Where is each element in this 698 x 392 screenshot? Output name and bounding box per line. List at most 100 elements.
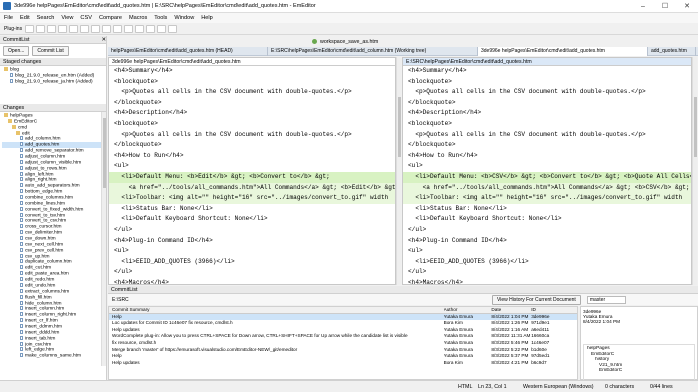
view-history-button[interactable]: View History For Current Document: [492, 294, 581, 305]
tab-add-quotes[interactable]: add_quotes.htm: [648, 46, 696, 56]
tree-item-label: adjust_column.htm: [25, 154, 66, 160]
commit-row[interactable]: Loc updates for Commit ID 1c46e07 fix re…: [109, 320, 577, 327]
file-icon: [20, 183, 23, 188]
tree-item-label: convert_to_tsv.htm: [25, 212, 66, 218]
right-diff-pane[interactable]: E:\SRC\helpPages\EmEditor\cmd\edit\add_q…: [402, 57, 692, 285]
code-line: <ul>: [408, 247, 423, 255]
changes-header: Changes: [0, 104, 106, 112]
file-icon: [20, 247, 23, 252]
open-button[interactable]: Open...: [3, 46, 30, 56]
status-position[interactable]: Ln 23, Col 1: [478, 384, 523, 390]
scrollbar-thumb[interactable]: [103, 118, 106, 188]
left-diff-pane[interactable]: 3de996e helpPages\EmEditor\cmd\edit\add_…: [108, 57, 396, 285]
commit-row[interactable]: Merge branch 'master' of https://emuraso…: [109, 347, 577, 354]
detail-tree: helpPages EmEditorC history V21_9.htm EmEdit…: [583, 344, 695, 382]
commit-row[interactable]: Help Yutaka Emura 8/4/2022 1:04 PM 3de996e: [109, 313, 577, 321]
menu-compare[interactable]: Compare: [99, 15, 122, 21]
tree-item-label: join_csv.htm: [25, 341, 52, 347]
status-encoding[interactable]: Western European (Windows): [523, 384, 605, 390]
file-icon: [20, 206, 23, 211]
csv-icon[interactable]: [146, 24, 156, 33]
replace-icon[interactable]: [124, 24, 134, 33]
menu-view[interactable]: View: [61, 15, 73, 21]
file-icon: [10, 78, 13, 83]
file-icon: [20, 347, 23, 352]
commit-cell: Help updates: [112, 326, 140, 332]
code-line: <li>Default Menu: <b>CSV</b> &gt; <b>Con…: [403, 171, 691, 183]
tab-commit[interactable]: 3de996e helpPages\EmEditor\cmd\edit\add_…: [478, 46, 648, 56]
file-icon: [20, 159, 23, 164]
code-line: <h4>Summary</h4>: [408, 67, 467, 74]
code-line: </blockquote>: [114, 98, 162, 106]
document-tab[interactable]: workspace_save_as.htm: [312, 37, 482, 46]
find-icon[interactable]: [113, 24, 123, 33]
save-icon[interactable]: [47, 24, 57, 33]
macro-icon[interactable]: [157, 24, 167, 33]
staged-item[interactable]: blog_21.9.0_release_en.htm (Added): [2, 72, 104, 79]
code-line: <blockquote>: [408, 77, 452, 85]
code-line: </blockquote>: [408, 141, 456, 149]
detail-tree-item[interactable]: EmEditorC: [585, 368, 693, 374]
left-pane-scrollbar[interactable]: [396, 57, 401, 285]
new-file-icon[interactable]: [25, 24, 35, 33]
changes-scrollbar[interactable]: [101, 112, 106, 366]
tree-item-label: edit_redo.htm: [25, 277, 55, 283]
file-icon: [20, 236, 23, 241]
file-icon: [20, 323, 23, 328]
maximize-button[interactable]: ☐: [654, 2, 676, 10]
tree-item-label: cmd: [18, 124, 28, 130]
commit-row[interactable]: Help updates Yutaka Emura 8/4/2022 1:16 AM…: [109, 327, 577, 334]
code-line: <li>EEID_ADD_QUOTES (3966)</li>: [114, 257, 235, 265]
tree-item-label: insert_column.htm: [25, 306, 65, 312]
status-syntax[interactable]: HTML: [458, 384, 478, 390]
commit-cell: Loc updates for Commit ID 1c46e07 fix re…: [112, 320, 233, 326]
commit-cell: Bora Kim: [443, 359, 463, 365]
minimize-button[interactable]: –: [632, 3, 654, 10]
document-icon: [312, 39, 317, 44]
code-line: <p>Quotes all cells in the CSV document …: [114, 88, 352, 96]
tree-item[interactable]: make_columns_same.htm: [2, 353, 104, 359]
tree-item-label: edit_undo.htm: [25, 283, 56, 289]
tree-item-label: flush_fill.htm: [25, 294, 52, 300]
commit-cell: Help: [112, 313, 122, 319]
commit-row[interactable]: fix resource, cmdlst.h Yutaka Emura 8/3/20…: [109, 340, 577, 347]
staged-item-label: blog: [10, 67, 20, 73]
menu-window[interactable]: Window: [174, 15, 194, 21]
staged-item-label: blog_21.9.0_release_en.htm (Added): [15, 73, 95, 79]
commit-cell: Merge branch 'master' of https://emuraso…: [112, 346, 298, 352]
tab-head[interactable]: helpPages\EmEditor\cmd\edit\add_quotes.h…: [108, 46, 268, 56]
commit-row[interactable]: Help Yutaka Emura 8/3/2022 5:37 PM 97d5ed1: [109, 353, 577, 360]
open-file-icon[interactable]: [36, 24, 46, 33]
redo-icon[interactable]: [69, 24, 79, 33]
menu-help[interactable]: Help: [201, 15, 213, 21]
tree-item-label: csv_up.htm: [25, 253, 50, 259]
code-line: <li>Default Menu: <b>Edit</b> &gt; <b>Co…: [109, 171, 395, 183]
right-pane-scrollbar[interactable]: [692, 57, 697, 285]
branch-select[interactable]: master: [586, 295, 627, 304]
close-icon[interactable]: ✕: [102, 36, 106, 43]
menu-tools[interactable]: Tools: [154, 15, 167, 21]
staged-item[interactable]: blog_21.9.0_release_ja.htm (Added): [2, 78, 104, 85]
code-line: <a href="../tools/all_commands.htm">All …: [109, 182, 395, 194]
tab-working-tree[interactable]: E:\SRC\helpPages\EmEditor\cmd\edit\add_c…: [268, 46, 478, 56]
menu-csv[interactable]: CSV: [80, 15, 92, 21]
undo-icon[interactable]: [58, 24, 68, 33]
close-button[interactable]: ✕: [676, 2, 698, 10]
menu-search[interactable]: Search: [37, 15, 55, 21]
code-line: </ul>: [408, 268, 427, 276]
copy-icon[interactable]: [91, 24, 101, 33]
commit-cell: Yutaka Emura: [443, 333, 474, 339]
commit-list-button[interactable]: Commit List: [32, 46, 69, 56]
menu-edit[interactable]: Edit: [20, 15, 30, 21]
commit-row[interactable]: WordComplete plug-in: Allow you to press…: [109, 333, 577, 340]
menu-macros[interactable]: Macros: [129, 15, 147, 21]
paste-icon[interactable]: [102, 24, 112, 33]
commit-row[interactable]: Help updates Bora Kim 8/3/2022 4:21 PM b6c9…: [109, 360, 577, 367]
compare-icon[interactable]: [135, 24, 145, 33]
menu-file[interactable]: File: [4, 15, 13, 21]
code-line: <blockquote>: [114, 77, 158, 85]
file-icon: [20, 312, 23, 317]
cut-icon[interactable]: [80, 24, 90, 33]
settings-icon[interactable]: [168, 24, 178, 33]
code-line: <ul>: [114, 247, 129, 255]
